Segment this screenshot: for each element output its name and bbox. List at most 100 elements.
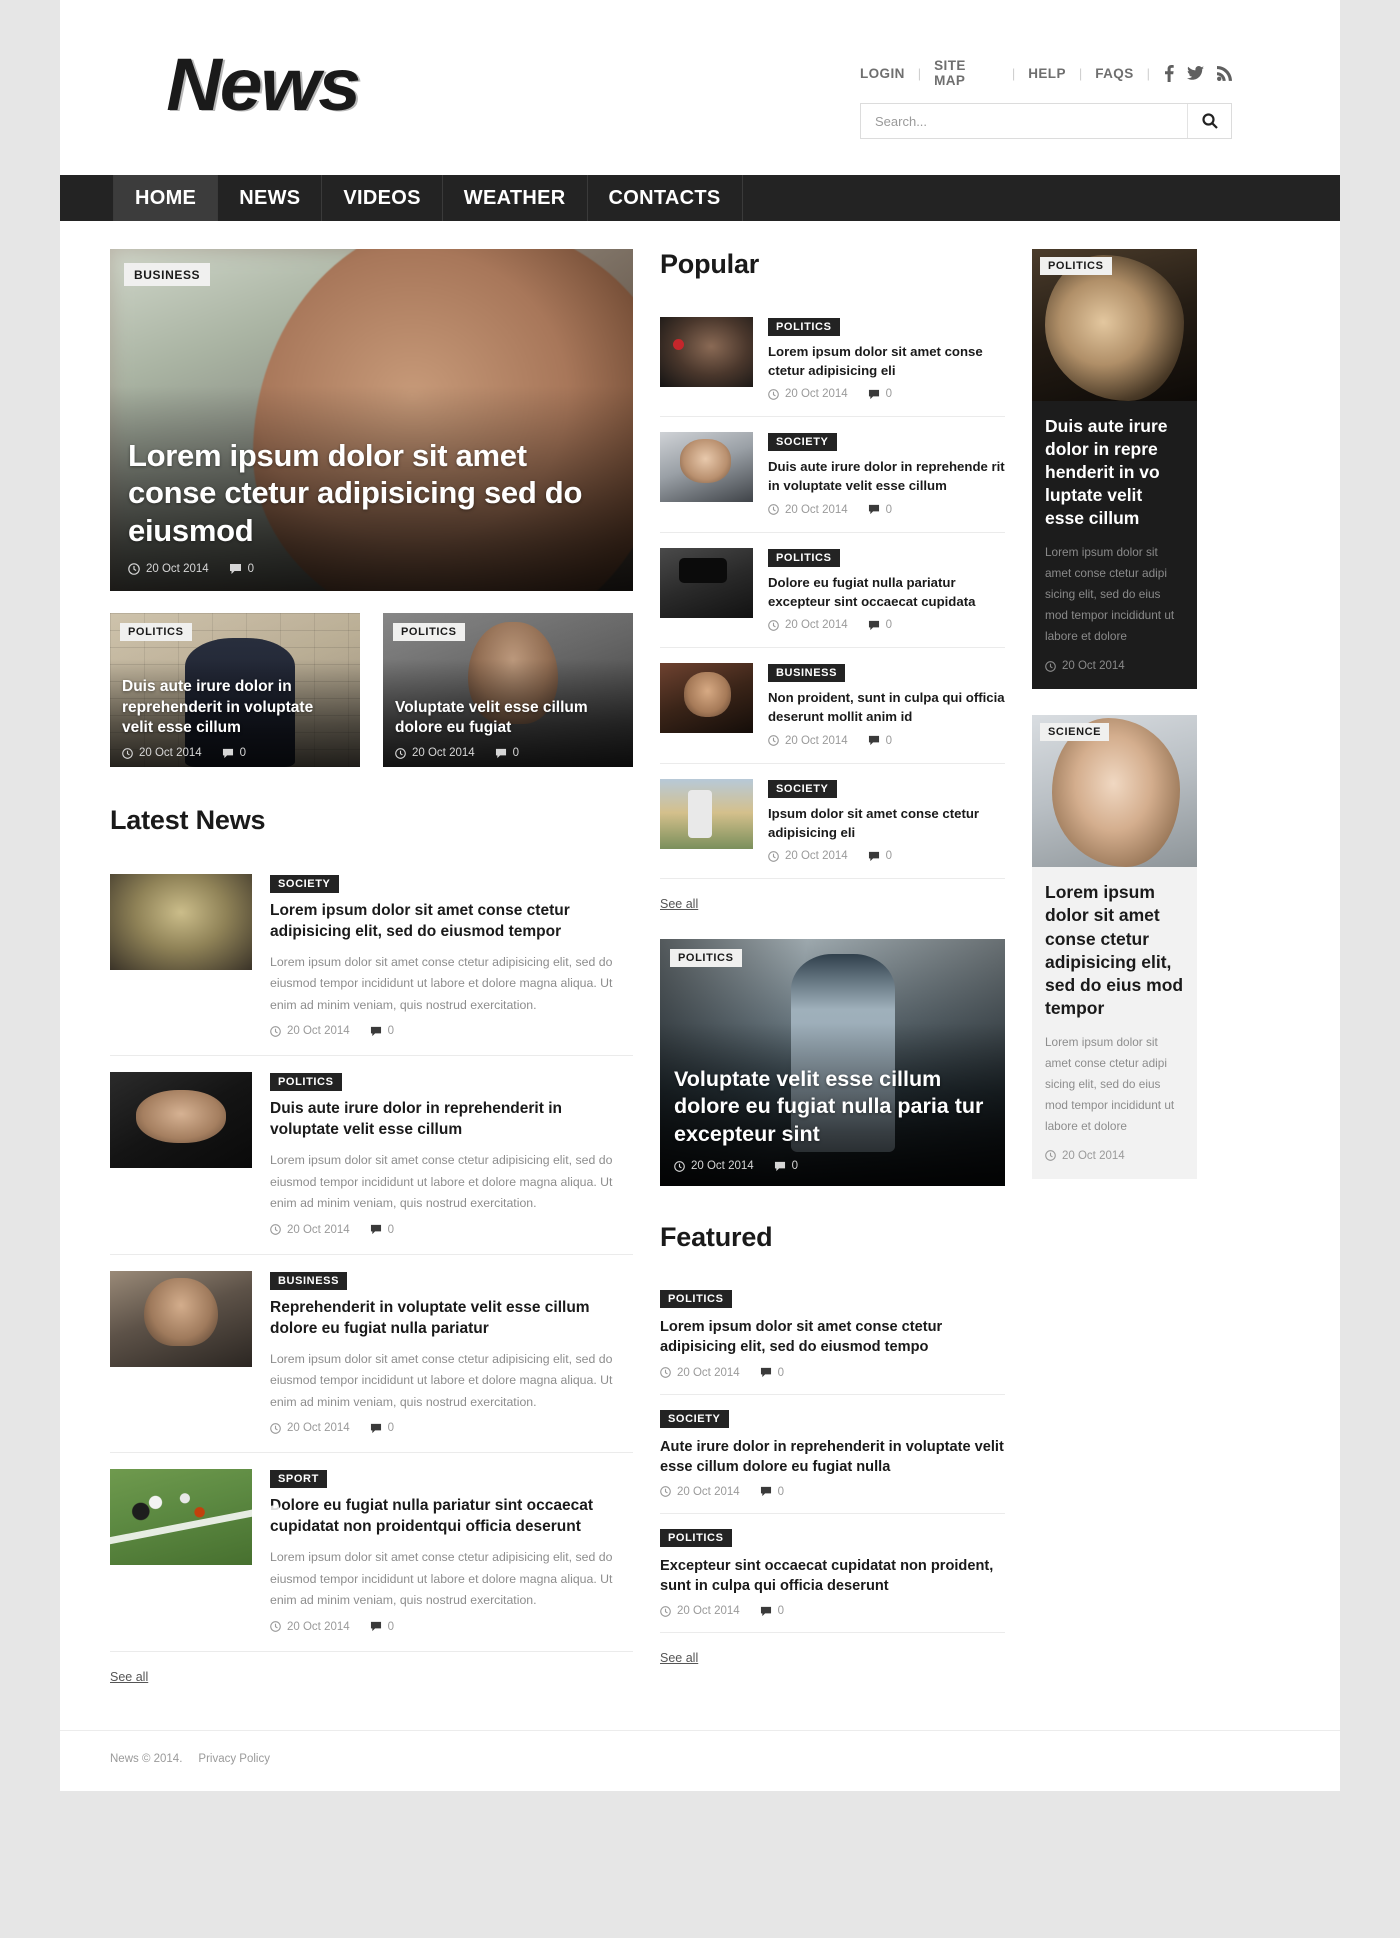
article-category-badge[interactable]: SPORT <box>270 1470 327 1489</box>
top-link-help[interactable]: HELP <box>1015 66 1079 81</box>
card-category-badge[interactable]: POLITICS <box>393 623 465 641</box>
hero-title[interactable]: Lorem ipsum dolor sit amet conse ctetur … <box>128 437 603 550</box>
banner-title[interactable]: Voluptate velit esse cillum dolore eu fu… <box>674 1066 989 1150</box>
banner-category-badge[interactable]: POLITICS <box>670 949 742 968</box>
popular-comments-group: 0 <box>868 735 892 747</box>
sidebar-card-politics[interactable]: POLITICS Duis aute irure dolor in repre … <box>1032 249 1197 690</box>
nav-item-videos[interactable]: VIDEOS <box>322 175 443 221</box>
top-link-faqs[interactable]: FAQS <box>1082 66 1146 81</box>
article-meta: 20 Oct 2014 0 <box>270 1422 633 1434</box>
article-thumbnail <box>110 1270 252 1367</box>
sidebar-date-group: 20 Oct 2014 <box>1045 1150 1125 1162</box>
featured-title[interactable]: Lorem ipsum dolor sit amet conse ctetur … <box>660 1317 1005 1357</box>
secondary-card[interactable]: POLITICS Duis aute irure dolor in repreh… <box>110 613 360 767</box>
article-category-badge[interactable]: POLITICS <box>270 1073 342 1092</box>
list-item[interactable]: POLITICS Excepteur sint occaecat cupidat… <box>660 1514 1005 1632</box>
article-category-badge[interactable]: SOCIETY <box>270 875 339 893</box>
featured-banner-article[interactable]: POLITICS Voluptate velit esse cillum dol… <box>660 939 1005 1187</box>
popular-title[interactable]: Dolore eu fugiat nulla pariatur excepteu… <box>768 574 1005 611</box>
clock-icon <box>674 1161 685 1172</box>
sidebar-card-excerpt: Lorem ipsum dolor sit amet conse ctetur … <box>1045 1034 1175 1133</box>
popular-title[interactable]: Lorem ipsum dolor sit amet conse ctetur … <box>768 343 1005 380</box>
featured-comments-group: 0 <box>760 1605 784 1617</box>
popular-category-badge[interactable]: SOCIETY <box>768 779 837 798</box>
article-title[interactable]: Reprehenderit in voluptate velit esse ci… <box>270 1298 633 1340</box>
nav-item-home[interactable]: HOME <box>113 175 219 221</box>
comment-icon <box>774 1161 785 1171</box>
site-footer: News © 2014. Privacy Policy <box>60 1729 1340 1791</box>
comment-icon <box>868 389 879 400</box>
sidebar-card-title[interactable]: Lorem ipsum dolor sit amet conse ctetur … <box>1045 881 1184 1020</box>
hero-category-badge[interactable]: BUSINESS <box>124 263 211 286</box>
list-item[interactable]: SOCIETY Aute irure dolor in reprehenderi… <box>660 1395 1005 1513</box>
popular-title[interactable]: Ipsum dolor sit amet conse ctetur adipis… <box>768 805 1005 842</box>
popular-title[interactable]: Duis aute irure dolor in reprehende rit … <box>768 458 1005 495</box>
popular-see-all-link[interactable]: See all <box>660 897 698 911</box>
popular-title[interactable]: Non proident, sunt in culpa qui officia … <box>768 689 1005 726</box>
search-input[interactable] <box>861 104 1187 138</box>
search-button[interactable] <box>1187 104 1231 138</box>
article-category-badge[interactable]: BUSINESS <box>270 1271 348 1290</box>
featured-title[interactable]: Aute irure dolor in reprehenderit in vol… <box>660 1437 1005 1477</box>
rss-icon[interactable] <box>1217 65 1232 81</box>
list-item[interactable]: SOCIETY Duis aute irure dolor in reprehe… <box>660 417 1005 531</box>
site-logo[interactable]: News <box>166 48 361 122</box>
article-title[interactable]: Lorem ipsum dolor sit amet conse ctetur … <box>270 901 633 943</box>
nav-item-contacts[interactable]: CONTACTS <box>588 175 743 221</box>
twitter-icon[interactable] <box>1187 66 1204 80</box>
secondary-card[interactable]: POLITICS Voluptate velit esse cillum dol… <box>383 613 633 767</box>
featured-category-badge[interactable]: POLITICS <box>660 1528 732 1547</box>
list-item[interactable]: POLITICS Lorem ipsum dolor sit amet cons… <box>660 1275 1005 1393</box>
popular-date-group: 20 Oct 2014 <box>768 735 848 747</box>
list-item[interactable]: BUSINESS Non proident, sunt in culpa qui… <box>660 648 1005 762</box>
middle-column: Popular POLITICS Lorem ipsum dolor sit a… <box>660 249 1005 1667</box>
sidebar-category-badge[interactable]: POLITICS <box>1040 257 1112 275</box>
top-link-site-map[interactable]: SITE MAP <box>921 58 1012 88</box>
footer-privacy-link[interactable]: Privacy Policy <box>198 1753 270 1765</box>
sidebar-card-science[interactable]: SCIENCE Lorem ipsum dolor sit amet conse… <box>1032 715 1197 1179</box>
article-date: 20 Oct 2014 <box>287 1620 350 1633</box>
popular-category-badge[interactable]: POLITICS <box>768 318 840 336</box>
popular-heading: Popular <box>660 249 760 279</box>
list-item[interactable]: SPORT Dolore eu fugiat nulla pariatur si… <box>110 1453 633 1650</box>
latest-news-see-all-link[interactable]: See all <box>110 1670 148 1684</box>
popular-thumbnail <box>660 317 753 387</box>
featured-comments-group: 0 <box>760 1367 784 1379</box>
featured-title[interactable]: Excepteur sint occaecat cupidatat non pr… <box>660 1556 1005 1596</box>
facebook-icon[interactable] <box>1164 64 1174 82</box>
banner-meta: 20 Oct 2014 0 <box>674 1160 989 1172</box>
card-title[interactable]: Voluptate velit esse cillum dolore eu fu… <box>395 698 621 739</box>
clock-icon <box>768 504 779 516</box>
featured-category-badge[interactable]: POLITICS <box>660 1290 732 1309</box>
clock-icon <box>1045 661 1056 672</box>
article-comments-group: 0 <box>370 1224 394 1236</box>
popular-category-badge[interactable]: SOCIETY <box>768 433 837 452</box>
sidebar-card-title[interactable]: Duis aute irure dolor in repre henderit … <box>1045 415 1184 530</box>
nav-item-weather[interactable]: WEATHER <box>443 175 588 221</box>
article-excerpt: Lorem ipsum dolor sit amet conse ctetur … <box>270 1351 613 1409</box>
popular-category-badge[interactable]: POLITICS <box>768 548 840 567</box>
nav-item-news[interactable]: NEWS <box>218 175 323 221</box>
list-item[interactable]: POLITICS Dolore eu fugiat nulla pariatur… <box>660 533 1005 647</box>
list-item[interactable]: POLITICS Duis aute irure dolor in repreh… <box>110 1056 633 1253</box>
list-item[interactable]: SOCIETY Ipsum dolor sit amet conse ctetu… <box>660 764 1005 878</box>
hero-comments-group: 0 <box>229 563 254 575</box>
list-item[interactable]: SOCIETY Lorem ipsum dolor sit amet conse… <box>110 858 633 1055</box>
article-body: POLITICS Duis aute irure dolor in repreh… <box>270 1072 633 1236</box>
popular-comments-group: 0 <box>868 850 892 862</box>
article-title[interactable]: Dolore eu fugiat nulla pariatur sint occ… <box>270 1496 633 1538</box>
card-title[interactable]: Duis aute irure dolor in reprehenderit i… <box>122 677 348 739</box>
article-title[interactable]: Duis aute irure dolor in reprehenderit i… <box>270 1099 633 1141</box>
featured-see-all-link[interactable]: See all <box>660 1651 698 1665</box>
card-category-badge[interactable]: POLITICS <box>120 623 192 641</box>
featured-category-badge[interactable]: SOCIETY <box>660 1409 729 1428</box>
popular-date-group: 20 Oct 2014 <box>768 619 848 631</box>
top-link-login[interactable]: LOGIN <box>860 66 918 81</box>
sidebar-category-badge[interactable]: SCIENCE <box>1040 723 1110 742</box>
latest-news-section: Latest News SOCIETY Lorem ipsum dolor si… <box>110 805 633 1686</box>
search-box[interactable] <box>860 103 1232 139</box>
hero-article[interactable]: BUSINESS Lorem ipsum dolor sit amet cons… <box>110 249 633 591</box>
popular-category-badge[interactable]: BUSINESS <box>768 664 846 683</box>
list-item[interactable]: BUSINESS Reprehenderit in voluptate veli… <box>110 1255 633 1452</box>
list-item[interactable]: POLITICS Lorem ipsum dolor sit amet cons… <box>660 302 1005 416</box>
